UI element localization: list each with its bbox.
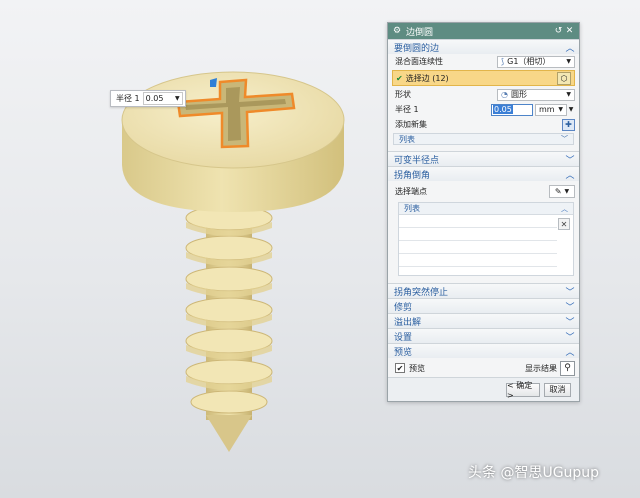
gear-icon: ⚙ [392, 26, 402, 36]
add-set-row: 添加新集 ✚ [388, 117, 579, 132]
ok-button[interactable]: < 确定 > [506, 381, 540, 400]
continuity-row: 混合面连续性 ⟆ G1（相切） ▼ [388, 54, 579, 69]
section-corner-header[interactable]: 拐角倒角 ︿ [388, 166, 579, 181]
select-edge-label: 选择边 (12) [405, 73, 449, 83]
shape-value: 圆形 [510, 90, 527, 99]
dialog-title-bar[interactable]: ⚙ 边倒圆 ↺ ✕ [388, 23, 579, 39]
chevron-down-icon[interactable]: ﹀ [565, 315, 575, 328]
chevron-up-icon[interactable]: ︿ [561, 204, 568, 214]
section-variable-radius-header[interactable]: 可变半径点 ﹀ [388, 151, 579, 166]
chevron-up-icon[interactable]: ︿ [565, 41, 575, 54]
select-edge-row[interactable]: ✔ 选择边 (12) ⬡ [392, 70, 575, 86]
continuity-value: G1（相切） [507, 57, 551, 66]
section-overflow-label: 溢出解 [394, 317, 422, 328]
chevron-down-icon: ▼ [558, 105, 563, 113]
radius-unit-select[interactable]: mm ▼ [535, 103, 567, 116]
section-edges-header[interactable]: 要倒圆的边 ︿ [388, 39, 579, 54]
reset-icon[interactable]: ↺ [553, 26, 564, 36]
radius-input[interactable]: 0.05 [491, 103, 533, 116]
floating-radius-value: 0.05 [145, 94, 164, 103]
section-preview-label: 预览 [394, 347, 413, 358]
chevron-down-icon[interactable]: ﹀ [565, 300, 575, 313]
section-corner-label: 拐角倒角 [394, 170, 431, 181]
cancel-button[interactable]: 取消 [544, 382, 571, 397]
list-item[interactable] [399, 241, 557, 254]
endpoint-row: 选择端点 ✎ ▼ [388, 181, 579, 201]
chevron-up-icon[interactable]: ︿ [565, 168, 575, 181]
chevron-up-icon[interactable]: ︿ [565, 345, 575, 358]
continuity-label: 混合面连续性 [395, 57, 443, 66]
magnifier-icon[interactable]: ⚲ [560, 360, 575, 376]
chevron-down-icon: ▼ [564, 187, 570, 195]
list-item[interactable] [399, 254, 557, 267]
preview-label: 预览 [409, 363, 425, 373]
corner-list-label: 列表 [404, 204, 420, 213]
preview-row: ✔ 预览 显示结果 ⚲ [388, 358, 579, 378]
circle-shape-icon: ◔ [501, 90, 508, 99]
chevron-down-icon[interactable]: ﹀ [561, 134, 568, 144]
preview-checkbox[interactable]: ✔ [395, 363, 405, 373]
shape-select[interactable]: ◔ 圆形 ▼ [497, 88, 575, 101]
shape-row: 形状 ◔ 圆形 ▼ [388, 87, 579, 102]
dialog-button-bar: < 确定 > 取消 [388, 377, 579, 401]
close-icon[interactable]: ✕ [564, 26, 575, 36]
corner-list-header[interactable]: 列表 ︿ [399, 203, 573, 215]
edges-list-header[interactable]: 列表 ﹀ [393, 133, 574, 145]
floating-radius-input[interactable]: 0.05 ▼ [142, 92, 183, 105]
radius-label: 半径 1 [395, 105, 419, 114]
chevron-down-icon[interactable]: ▼ [175, 93, 180, 104]
add-set-label: 添加新集 [395, 120, 427, 129]
list-item[interactable] [399, 215, 557, 228]
radius-value: 0.05 [493, 104, 513, 114]
continuity-icon: ⟆ [501, 57, 505, 66]
chevron-down-icon: ▼ [566, 90, 571, 98]
edge-blend-dialog: ⚙ 边倒圆 ↺ ✕ 要倒圆的边 ︿ 混合面连续性 ⟆ G1（相切） ▼ ✔ 选择… [387, 22, 580, 402]
section-overflow-header[interactable]: 溢出解 ﹀ [388, 313, 579, 328]
point-picker-button[interactable]: ✎ ▼ [549, 184, 575, 198]
shape-label: 形状 [395, 90, 411, 99]
section-corner-stop-label: 拐角突然停止 [394, 287, 449, 298]
watermark-text: 头条 @智思UGupup [468, 465, 600, 481]
floating-radius-label: 半径 1 [116, 94, 140, 103]
cube-icon[interactable]: ⬡ [557, 71, 571, 85]
section-variable-radius-label: 可变半径点 [394, 155, 440, 166]
edges-list-label: 列表 [399, 134, 415, 144]
dialog-title: 边倒圆 [406, 27, 434, 38]
section-preview-header[interactable]: 预览 ︿ [388, 343, 579, 358]
section-trim-header[interactable]: 修剪 ﹀ [388, 298, 579, 313]
floating-radius-tag[interactable]: 半径 1 0.05 ▼ [110, 90, 186, 107]
list-item[interactable] [399, 228, 557, 241]
continuity-select[interactable]: ⟆ G1（相切） ▼ [497, 55, 575, 68]
chevron-down-icon: ▼ [566, 57, 571, 65]
chevron-down-icon[interactable]: ﹀ [565, 153, 575, 166]
section-edges-label: 要倒圆的边 [394, 43, 440, 54]
point-picker-icon: ✎ [554, 186, 562, 196]
section-settings-label: 设置 [394, 332, 413, 343]
section-settings-header[interactable]: 设置 ﹀ [388, 328, 579, 343]
corner-list: 列表 ︿ ✕ [398, 202, 574, 276]
chevron-down-icon[interactable]: ▼ [567, 106, 575, 113]
radius-unit: mm [539, 105, 555, 114]
endpoint-label: 选择端点 [395, 186, 427, 196]
section-trim-label: 修剪 [394, 302, 413, 313]
show-result-label: 显示结果 [525, 363, 557, 373]
radius-row: 半径 1 0.05 mm ▼ ▼ [388, 102, 579, 117]
section-corner-stop-header[interactable]: 拐角突然停止 ﹀ [388, 283, 579, 298]
remove-icon[interactable]: ✕ [558, 218, 570, 230]
check-icon: ✔ [396, 73, 403, 83]
add-set-button[interactable]: ✚ [562, 118, 575, 131]
chevron-down-icon[interactable]: ﹀ [565, 330, 575, 343]
chevron-down-icon[interactable]: ﹀ [565, 285, 575, 298]
